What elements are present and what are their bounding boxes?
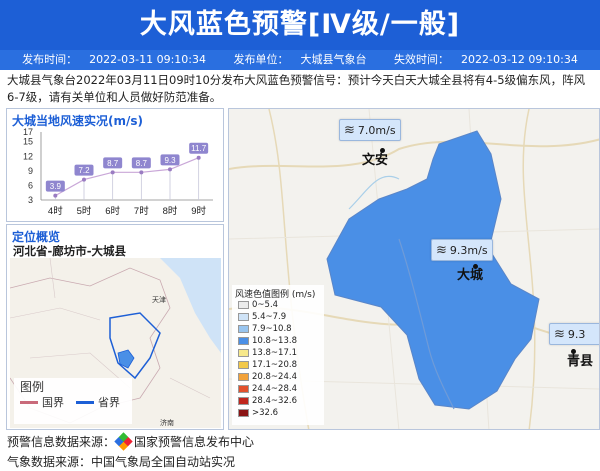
wind-legend-item: 20.8~24.4 xyxy=(238,371,297,382)
data-label: 9.3 xyxy=(164,156,176,165)
weather-source-name: 中国气象局全国自动站实况 xyxy=(91,455,236,469)
map-label-jinan: 济南 xyxy=(160,419,174,427)
wind-legend-label: 10.8~13.8 xyxy=(252,335,297,346)
weather-source-label: 气象数据来源： xyxy=(7,455,92,469)
publisher-label: 发布单位： xyxy=(233,53,289,66)
warning-source-name: 国家预警信息发布中心 xyxy=(134,435,255,449)
map-legend: 图例 国界 省界 xyxy=(14,378,132,424)
wind-legend-label: 20.8~24.4 xyxy=(252,371,297,382)
x-tick-label: 6时 xyxy=(105,205,120,217)
weather-source: 气象数据来源： 中国气象局全国自动站实况 xyxy=(7,453,235,470)
expire-time-label: 失效时间： xyxy=(394,53,449,66)
y-tick-label: 9 xyxy=(28,166,33,176)
warning-source: 预警信息数据来源： 国家预警信息发布中心 xyxy=(7,432,255,451)
y-tick-label: 3 xyxy=(28,195,33,205)
wind-legend-swatch xyxy=(238,300,249,309)
x-tick-label: 9时 xyxy=(191,205,206,217)
wind-legend-swatch xyxy=(238,396,249,405)
map-label-tianjin: 天津 xyxy=(152,296,166,304)
expire-time: 2022-03-12 09:10:34 xyxy=(461,53,578,66)
y-tick-label: 12 xyxy=(23,151,33,161)
wind-legend-label: 24.4~28.4 xyxy=(252,383,297,394)
wind-legend-label: 0~5.4 xyxy=(252,299,279,310)
province-border-label: 省界 xyxy=(98,396,120,409)
station-wind-wenan[interactable]: ≋ 7.0m/s xyxy=(339,119,401,141)
wind-legend-label: >32.6 xyxy=(252,407,279,418)
publisher: 大城县气象台 xyxy=(300,53,367,66)
wind-legend-label: 5.4~7.9 xyxy=(252,311,287,322)
data-label: 11.7 xyxy=(191,144,207,153)
y-tick-label: 15 xyxy=(23,137,33,147)
wind-legend-item: 0~5.4 xyxy=(238,299,278,310)
publish-time-label: 发布时间： xyxy=(22,53,78,66)
wind-legend-swatch xyxy=(238,384,249,393)
data-point xyxy=(53,193,58,198)
wind-legend-item: 10.8~13.8 xyxy=(238,335,297,346)
wind-legend-item: 7.9~10.8 xyxy=(238,323,292,334)
national-border-label: 国界 xyxy=(42,396,64,409)
wind-icon: ≋ xyxy=(436,242,447,258)
data-label: 3.9 xyxy=(50,182,62,191)
warning-title: 大风蓝色预警[Ⅳ级/一般] xyxy=(0,0,600,50)
data-point xyxy=(110,170,115,175)
wind-value: 7.0m/s xyxy=(357,123,396,137)
data-label: 8.7 xyxy=(136,159,148,168)
main-map[interactable]: ≋ 7.0m/s 文安 ≋ 9.3m/s 大城 ≋ 9.3 青县 风速色值图例 … xyxy=(228,108,600,430)
national-border-swatch xyxy=(20,400,38,404)
wind-value: 9.3m/s xyxy=(449,243,488,257)
wind-speed-chart: 3 6 9 12 1517 3.9 4时 7.2 5时 8.7 6时 8.7 7时 9.3 8时 11.7 9时 xyxy=(23,127,213,217)
station-wind-dacheng[interactable]: ≋ 9.3m/s xyxy=(431,239,493,261)
wind-legend-swatch xyxy=(238,348,249,357)
wind-legend-swatch xyxy=(238,372,249,381)
station-wind-qingxian[interactable]: ≋ 9.3 xyxy=(549,323,599,345)
data-label: 7.2 xyxy=(78,166,90,175)
warning-description: 大城县气象台2022年03月11日09时10分发布大风蓝色预警信号：预计今天白天… xyxy=(7,73,586,104)
province-border-swatch xyxy=(76,400,94,404)
wind-legend-label: 28.4~32.6 xyxy=(252,395,297,406)
wind-legend-item: 13.8~17.1 xyxy=(238,347,297,358)
wind-speed-panel: 大城当地风速实况(m/s) 3 6 9 12 15 17 3.9 4时 7.2 5时 8.7 6时 8.… xyxy=(6,108,224,222)
city-label-qingxian: 青县 xyxy=(567,354,594,369)
city-label-wenan: 文安 xyxy=(362,153,389,168)
wind-legend-item: 24.4~28.4 xyxy=(238,383,297,394)
y-tick-label: 17 xyxy=(23,127,33,137)
wind-legend-item: 5.4~7.9 xyxy=(238,311,286,322)
data-point xyxy=(139,170,144,175)
wind-legend-item: 17.1~20.8 xyxy=(238,359,297,370)
wind-value: 9.3 xyxy=(567,327,586,341)
data-point xyxy=(168,167,172,172)
location-subtitle: 河北省-廊坊市-大城县 xyxy=(13,244,127,258)
x-tick-label: 7时 xyxy=(134,205,149,217)
x-tick-label: 8时 xyxy=(163,205,178,217)
wind-legend-swatch xyxy=(238,408,249,417)
x-tick-label: 4时 xyxy=(48,205,63,217)
location-map[interactable]: 天津 济南 图例 国界 省界 xyxy=(10,258,221,428)
data-label: 8.7 xyxy=(107,159,119,168)
y-tick-label: 6 xyxy=(28,180,33,190)
legend-province-border: 省界 xyxy=(76,394,120,410)
meta-bar: 发布时间： 2022-03-11 09:10:34 发布单位： 大城县气象台 失效时… xyxy=(0,50,600,70)
warning-source-label: 预警信息数据来源： xyxy=(7,435,116,449)
wind-legend-label: 7.9~10.8 xyxy=(252,323,292,334)
wind-icon: ≋ xyxy=(554,326,565,342)
warning-center-logo-icon xyxy=(114,432,133,451)
wind-legend-item: 28.4~32.6 xyxy=(238,395,297,406)
wind-legend-swatch xyxy=(238,336,249,345)
legend-title: 图例 xyxy=(20,380,45,394)
wind-legend-swatch xyxy=(238,324,249,333)
x-tick-label: 5时 xyxy=(77,205,92,217)
city-label-dacheng: 大城 xyxy=(457,268,484,283)
wind-legend-swatch xyxy=(238,312,249,321)
legend-national-border: 国界 xyxy=(20,394,64,410)
location-panel: 定位概览 河北省-廊坊市-大城县 天津 济南 图例 国界 省界 xyxy=(6,224,224,430)
data-point xyxy=(82,177,86,182)
wind-icon: ≋ xyxy=(344,122,355,138)
wind-legend-label: 17.1~20.8 xyxy=(252,359,297,370)
publish-time: 2022-03-11 09:10:34 xyxy=(89,53,206,66)
data-point xyxy=(196,155,201,160)
wind-legend-label: 13.8~17.1 xyxy=(252,347,297,358)
wind-color-legend: 风速色值图例 (m/s) 0~5.4 5.4~7.9 7.9~10.8 10.8~13… xyxy=(232,285,324,425)
wind-legend-swatch xyxy=(238,360,249,369)
wind-legend-item: >32.6 xyxy=(238,407,278,418)
